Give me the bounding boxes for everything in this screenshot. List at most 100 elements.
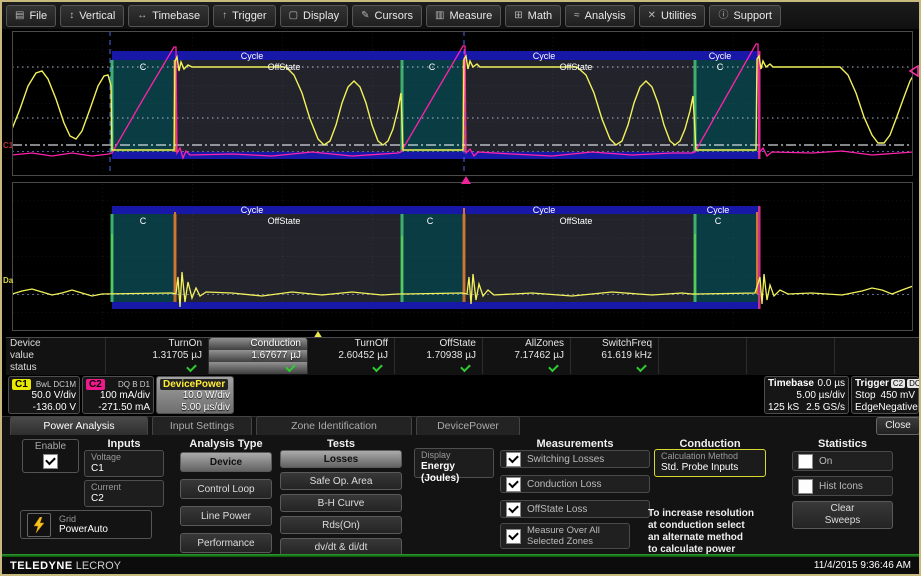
status-offstate xyxy=(395,362,483,374)
trigger-level-marker[interactable] xyxy=(907,64,920,78)
tab-zone-identification[interactable]: Zone Identification xyxy=(256,416,412,435)
status-ok-icon xyxy=(372,362,383,372)
horizontal-arrows-icon: ↔ xyxy=(137,11,147,21)
col-turnon[interactable]: TurnOn xyxy=(106,338,209,350)
enable-label: Enable xyxy=(23,440,78,453)
c1-descriptor[interactable]: C1BwL DC1M 50.0 V/div -136.00 V xyxy=(8,376,80,414)
menu-cursors[interactable]: ✎Cursors xyxy=(352,5,422,27)
power-trace-marker[interactable]: Da xyxy=(3,276,13,285)
menu-file[interactable]: ▤File xyxy=(6,5,56,27)
c1-offset: -136.00 V xyxy=(12,402,76,414)
cursor-pencil-icon: ✎ xyxy=(361,11,369,21)
menu-file-label: File xyxy=(29,10,47,22)
conduction-loss-checkbox[interactable] xyxy=(506,477,521,492)
col-empty xyxy=(747,362,835,374)
status-ok-icon xyxy=(186,362,197,372)
menu-measure[interactable]: ▥Measure xyxy=(426,5,501,27)
col-empty xyxy=(835,362,920,374)
analysis-line-power-button[interactable]: Line Power xyxy=(180,506,272,526)
status-ok-icon xyxy=(460,362,471,372)
menu-analysis[interactable]: ≈Analysis xyxy=(565,5,634,27)
display-label: Display xyxy=(421,450,487,461)
offstate-loss-row[interactable]: OffState Loss xyxy=(500,500,650,518)
col-turnoff[interactable]: TurnOff xyxy=(308,338,395,350)
oscilloscope-screen: ▤File ↕Vertical ↔Timebase ↑Trigger ▢Disp… xyxy=(0,0,921,576)
hist-icons-row[interactable]: Hist Icons xyxy=(792,476,893,496)
measure-set-label: Device xyxy=(6,338,106,350)
table-row-names: Device TurnOn Conduction TurnOff OffStat… xyxy=(6,338,920,350)
switching-losses-checkbox[interactable] xyxy=(506,452,521,467)
statistics-header: Statistics xyxy=(792,438,893,450)
trigger-time-marker[interactable] xyxy=(461,176,471,184)
current-source-field[interactable]: Current C2 xyxy=(84,480,164,507)
value-allzones: 7.17462 µJ xyxy=(483,350,571,362)
analysis-device-button[interactable]: Device xyxy=(180,452,272,472)
col-empty xyxy=(659,350,747,362)
col-offstate[interactable]: OffState xyxy=(395,338,483,350)
trigger-coupling-badge: DC xyxy=(907,379,921,388)
col-empty xyxy=(659,338,747,350)
offstate-loss-checkbox[interactable] xyxy=(506,502,521,517)
trigger-descriptor[interactable]: TriggerC2DC Stop450 mV EdgeNegative xyxy=(851,376,919,414)
statistics-on-checkbox[interactable] xyxy=(798,454,813,469)
status-allzones xyxy=(483,362,571,374)
grid-mode-button[interactable]: Grid PowerAuto xyxy=(20,510,152,539)
col-empty xyxy=(835,338,920,350)
hist-icons-checkbox[interactable] xyxy=(798,479,813,494)
c2-descriptor[interactable]: C2DQ B D1 100 mA/div -271.50 mA xyxy=(82,376,154,414)
clear-sweeps-button[interactable]: Clear Sweeps xyxy=(792,501,893,529)
c2-tab: C2 xyxy=(86,379,105,390)
zone-label-conduction: C xyxy=(140,216,147,226)
current-value: C2 xyxy=(91,493,157,505)
calculation-method-button[interactable]: Calculation Method Std. Probe Inputs xyxy=(654,449,766,477)
menu-timebase[interactable]: ↔Timebase xyxy=(128,5,209,27)
top-grid[interactable]: Cycle C OffState C Cycle OffState Cycle … xyxy=(12,31,913,176)
trigger-title: Trigger xyxy=(855,378,889,390)
brand-lecroy: LECROY xyxy=(76,560,121,572)
analysis-control-loop-button[interactable]: Control Loop xyxy=(180,479,272,499)
table-row-status: status xyxy=(6,362,920,375)
switching-losses-label: Switching Losses xyxy=(527,454,604,465)
menu-trigger[interactable]: ↑Trigger xyxy=(213,5,275,27)
enable-checkbox[interactable] xyxy=(43,454,58,469)
display-units-field[interactable]: Display Energy (Joules) xyxy=(414,448,494,478)
menu-display-label: Display xyxy=(303,10,339,22)
col-allzones[interactable]: AllZones xyxy=(483,338,571,350)
tab-power-analysis[interactable]: Power Analysis xyxy=(10,416,148,435)
devicepower-descriptor[interactable]: DevicePower 10.0 W/div 5.00 µs/div xyxy=(156,376,234,414)
measure-over-all-zones-row[interactable]: Measure Over All Selected Zones xyxy=(500,523,630,549)
menu-vertical[interactable]: ↕Vertical xyxy=(60,5,124,27)
menu-support[interactable]: ⓘSupport xyxy=(709,5,781,27)
col-switchfreq[interactable]: SwitchFreq xyxy=(571,338,659,350)
test-bh-curve-button[interactable]: B-H Curve xyxy=(280,494,402,512)
value-conduction: 1.67677 µJ xyxy=(209,350,308,362)
voltage-source-field[interactable]: Voltage C1 xyxy=(84,450,164,477)
switching-losses-row[interactable]: Switching Losses xyxy=(500,450,650,468)
menu-display[interactable]: ▢Display xyxy=(280,5,349,27)
measure-over-all-zones-checkbox[interactable] xyxy=(506,529,521,544)
voltage-label: Voltage xyxy=(91,452,157,463)
bottom-grid[interactable]: Cycle C OffState C Cycle OffState Cycle … xyxy=(12,182,913,331)
conduction-loss-row[interactable]: Conduction Loss xyxy=(500,475,650,493)
menu-vertical-label: Vertical xyxy=(79,10,115,22)
timebase-delay: 0.0 µs xyxy=(818,378,845,390)
c2-flags: DQ B D1 xyxy=(118,380,150,389)
brand-logo: TELEDYNE LECROY xyxy=(10,560,121,572)
c1-channel-marker[interactable]: C1 xyxy=(3,141,13,150)
menu-math[interactable]: ⊞Math xyxy=(505,5,561,27)
menu-utilities[interactable]: ✕Utilities xyxy=(639,5,706,27)
tab-input-settings[interactable]: Input Settings xyxy=(152,416,252,435)
col-conduction[interactable]: Conduction xyxy=(209,338,308,350)
menu-trigger-label: Trigger xyxy=(232,10,266,22)
tab-devicepower[interactable]: DevicePower xyxy=(416,416,520,435)
measurement-table: Device TurnOn Conduction TurnOff OffStat… xyxy=(6,337,920,375)
trigger-mode: Stop xyxy=(855,390,876,402)
analysis-performance-button[interactable]: Performance xyxy=(180,533,272,553)
timebase-descriptor[interactable]: Timebase0.0 µs 5.00 µs/div 125 kS2.5 GS/… xyxy=(764,376,849,414)
statistics-on-row[interactable]: On xyxy=(792,451,893,471)
test-rds-on-button[interactable]: Rds(On) xyxy=(280,516,402,534)
test-losses-button[interactable]: Losses xyxy=(280,450,402,468)
test-safe-op-area-button[interactable]: Safe Op. Area xyxy=(280,472,402,490)
close-button[interactable]: Close xyxy=(876,417,920,435)
zone-label-conduction: C xyxy=(140,62,147,72)
